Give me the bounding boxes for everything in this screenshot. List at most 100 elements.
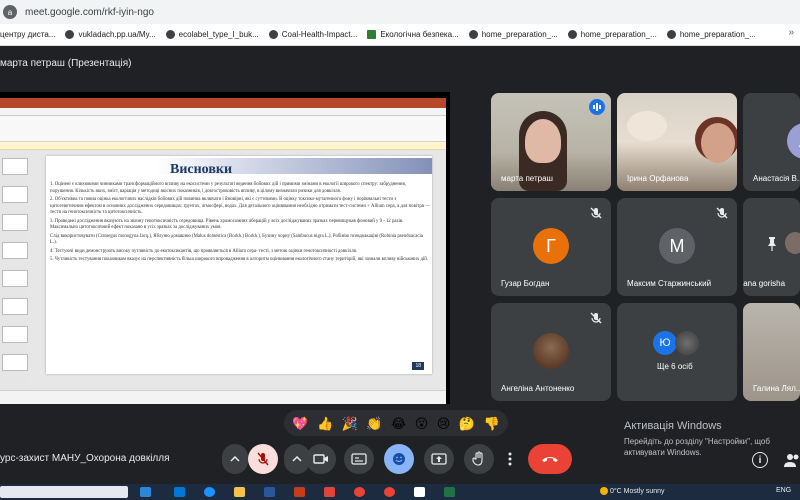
more-participants-tile[interactable]: Ю Ще 6 осіб xyxy=(617,303,737,401)
url-text[interactable]: meet.google.com/rkf-iyin-ngo xyxy=(25,7,154,18)
address-bar[interactable]: a meet.google.com/rkf-iyin-ngo xyxy=(0,0,800,24)
chevron-up-icon xyxy=(230,456,240,462)
participant-tile[interactable]: Галина Лял... xyxy=(743,303,800,401)
speaking-indicator-icon xyxy=(589,99,605,115)
participant-name: Максим Старжинський xyxy=(627,279,712,288)
people-icon[interactable] xyxy=(784,452,800,468)
slide-number: 18 xyxy=(412,362,424,370)
bookmark-1[interactable]: центру диста... xyxy=(0,30,55,39)
captions-button[interactable] xyxy=(344,444,374,474)
mic-options-button[interactable] xyxy=(222,444,248,474)
reaction-sad[interactable]: 😢 xyxy=(437,417,451,430)
bookmark-4[interactable]: Coal-Health-Impact... xyxy=(268,30,357,39)
chevron-up-icon xyxy=(292,456,302,462)
camera-icon xyxy=(313,454,328,464)
ppt-titlebar xyxy=(0,98,446,108)
bookmark-favicon xyxy=(65,30,75,39)
slide-body: 1. Оцінені є ключовими чинниками трансфо… xyxy=(50,182,430,266)
slide-paragraph: 1. Оцінені є ключовими чинниками трансфо… xyxy=(50,182,406,194)
more-options-button[interactable] xyxy=(500,444,520,474)
language-indicator[interactable]: ENG xyxy=(776,487,791,494)
bookmark-5[interactable]: Екологічна безпека... xyxy=(367,30,459,39)
slide-paragraph: 2. Об'єктивна та повна оцінка екологічни… xyxy=(50,197,430,215)
hand-icon xyxy=(472,451,483,466)
slide-thumbnail[interactable] xyxy=(2,298,28,315)
participant-tile[interactable]: марта петраш xyxy=(491,93,611,191)
reaction-party[interactable]: 🎉 xyxy=(342,417,358,430)
reaction-surprised[interactable]: 😮 xyxy=(415,417,429,430)
app-icon[interactable] xyxy=(414,487,425,497)
powerpoint-icon[interactable] xyxy=(294,487,305,497)
pin-icon[interactable] xyxy=(765,236,779,252)
mic-off-icon xyxy=(715,206,729,220)
slide-thumbnails xyxy=(0,152,30,392)
slide-thumbnail[interactable] xyxy=(2,326,28,343)
screen: a meet.google.com/rkf-iyin-ngo центру ди… xyxy=(0,0,800,500)
app-icon[interactable] xyxy=(324,487,335,497)
meeting-info-icon[interactable]: i xyxy=(752,452,768,468)
mic-off-icon xyxy=(257,452,269,466)
bookmark-3[interactable]: ecolabel_type_I_buk... xyxy=(165,30,259,39)
slide-paragraph: 3. Проведені дослідження вказують на зна… xyxy=(50,218,404,231)
reaction-thumbs-down[interactable]: 👎 xyxy=(484,417,500,430)
bookmark-6[interactable]: home_preparation_... xyxy=(468,30,558,39)
bookmark-8[interactable]: home_preparation_... xyxy=(666,30,756,39)
reaction-heart[interactable]: 💖 xyxy=(292,417,308,430)
present-icon xyxy=(431,453,447,465)
mic-off-icon xyxy=(589,311,603,325)
present-button[interactable] xyxy=(424,444,454,474)
reactions-button[interactable] xyxy=(384,444,414,474)
presentation-window: Висновки 1. Оцінені є ключовими чинникам… xyxy=(0,98,446,404)
ppt-ribbon xyxy=(0,116,446,142)
participant-tile[interactable]: diana gorisha xyxy=(743,198,800,296)
camera-toggle-button[interactable] xyxy=(306,444,336,474)
slide: Висновки 1. Оцінені є ключовими чинникам… xyxy=(46,156,432,374)
mic-toggle-button[interactable] xyxy=(248,444,278,474)
reaction-thumbs-up[interactable]: 👍 xyxy=(317,417,333,430)
slide-thumbnail[interactable] xyxy=(2,242,28,259)
slide-paragraph: Слід використовувати (Cratoegus monogyna… xyxy=(50,233,423,246)
slide-thumbnail[interactable] xyxy=(2,186,28,203)
taskbar-search[interactable] xyxy=(0,486,128,498)
participant-avatar xyxy=(533,333,569,369)
participant-name: Галина Лял... xyxy=(753,384,800,393)
app-icon[interactable] xyxy=(140,487,151,497)
bookmark-2[interactable]: vukladach.pp.ua/My... xyxy=(65,30,156,39)
participant-tile[interactable]: А Анастасія В... xyxy=(743,93,800,191)
folder-icon[interactable] xyxy=(234,487,245,497)
activation-title: Активація Windows xyxy=(624,420,722,432)
chrome-icon[interactable] xyxy=(384,487,395,497)
bookmarks-overflow-icon[interactable]: » xyxy=(788,27,794,38)
reaction-thinking[interactable]: 🤔 xyxy=(459,417,475,430)
weather-widget[interactable]: 0°C Mostly sunny xyxy=(600,487,665,495)
participant-tile[interactable]: Ангеліна Антоненко xyxy=(491,303,611,401)
edge-icon[interactable] xyxy=(204,487,215,497)
leave-call-button[interactable] xyxy=(528,444,572,474)
slide-paragraph: 5. Чутливість тестування показником вказ… xyxy=(50,257,428,262)
excel-icon[interactable] xyxy=(444,487,455,497)
participant-name: Ангеліна Антоненко xyxy=(501,384,575,393)
ppt-statusbar xyxy=(0,390,446,404)
raise-hand-button[interactable] xyxy=(464,444,494,474)
participant-tile[interactable]: М Максим Старжинський xyxy=(617,198,737,296)
participant-tile[interactable]: Ірина Орфанова xyxy=(617,93,737,191)
more-participants-label: Ще 6 осіб xyxy=(657,362,693,371)
slide-thumbnail[interactable] xyxy=(2,214,28,231)
activation-text: Перейдіть до розділу "Настройки", щоб ак… xyxy=(624,437,770,457)
participant-tile[interactable]: Г Гузар Богдан xyxy=(491,198,611,296)
participant-avatar: Г xyxy=(533,228,569,264)
chrome-icon[interactable] xyxy=(354,487,365,497)
emoji-icon xyxy=(393,453,405,465)
word-icon[interactable] xyxy=(264,487,275,497)
bookmark-7[interactable]: home_preparation_... xyxy=(567,30,657,39)
bookmark-favicon xyxy=(367,30,377,39)
app-icon[interactable] xyxy=(174,487,185,497)
reaction-clap[interactable]: 👏 xyxy=(366,417,382,430)
slide-thumbnail[interactable] xyxy=(2,158,28,175)
slide-thumbnail[interactable] xyxy=(2,354,28,371)
site-icon: a xyxy=(3,5,17,19)
ppt-body: Висновки 1. Оцінені є ключовими чинникам… xyxy=(0,152,446,404)
reaction-laugh[interactable]: 😂 xyxy=(391,417,406,430)
slide-paragraph: 4. Тестуючі види демонструють високу чут… xyxy=(50,248,357,254)
slide-thumbnail[interactable] xyxy=(2,270,28,287)
